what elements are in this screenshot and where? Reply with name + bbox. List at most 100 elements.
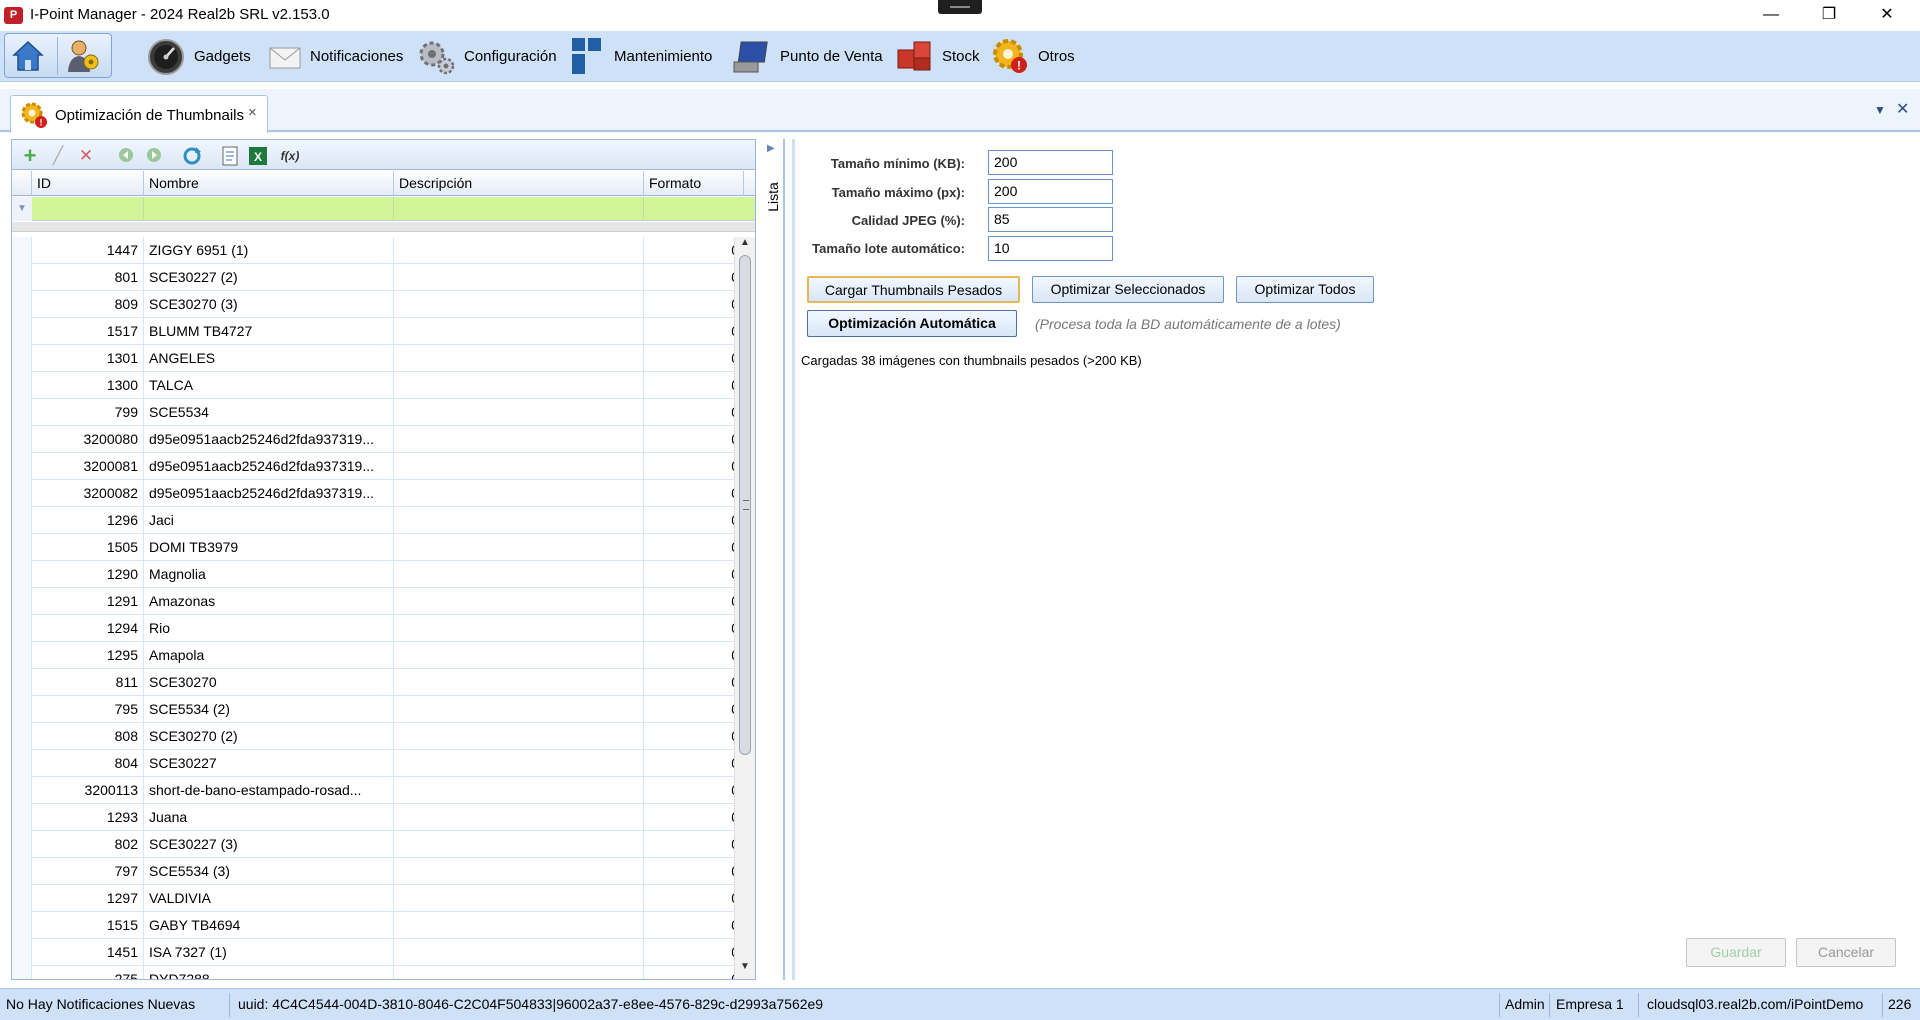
cell-nombre[interactable]: SCE30270 (2)	[144, 723, 394, 750]
cell-formato[interactable]: 0	[644, 237, 734, 264]
cell-id[interactable]: 808	[32, 723, 144, 750]
cell-id[interactable]: 1293	[32, 804, 144, 831]
menu-gadgets[interactable]: Gadgets	[146, 31, 251, 81]
table-row[interactable]: 1295Amapola 0	[12, 642, 734, 669]
cell-descripcion[interactable]	[394, 939, 644, 966]
notifications-status[interactable]: No Hay Notificaciones Nuevas	[6, 996, 195, 1012]
table-row[interactable]: 3200081d95e0951aacb25246d2fda937319... 0	[12, 453, 734, 480]
export-doc-icon[interactable]	[220, 146, 240, 166]
filter-formato-input[interactable]	[644, 197, 744, 221]
next-icon[interactable]	[144, 146, 164, 166]
cell-nombre[interactable]: SCE30227 (2)	[144, 264, 394, 291]
cell-descripcion[interactable]	[394, 237, 644, 264]
cell-descripcion[interactable]	[394, 399, 644, 426]
cell-formato[interactable]: 0	[644, 750, 734, 777]
filter-nombre-input[interactable]	[144, 197, 394, 221]
cell-descripcion[interactable]	[394, 291, 644, 318]
table-row[interactable]: 1293Juana 0	[12, 804, 734, 831]
menu-mantenimiento[interactable]: Mantenimiento	[570, 31, 712, 81]
load-heavy-thumbnails-button[interactable]: Cargar Thumbnails Pesados	[807, 276, 1020, 303]
cell-formato[interactable]: 0	[644, 561, 734, 588]
cell-id[interactable]: 801	[32, 264, 144, 291]
cell-nombre[interactable]: SCE30227 (3)	[144, 831, 394, 858]
table-row[interactable]: 808SCE30270 (2) 0	[12, 723, 734, 750]
cell-nombre[interactable]: SCE30270	[144, 669, 394, 696]
cell-descripcion[interactable]	[394, 561, 644, 588]
table-row[interactable]: 1517BLUMM TB4727 0	[12, 318, 734, 345]
cell-descripcion[interactable]	[394, 642, 644, 669]
table-row[interactable]: 795SCE5534 (2) 0	[12, 696, 734, 723]
cell-descripcion[interactable]	[394, 345, 644, 372]
restore-button[interactable]: ❐	[1800, 0, 1858, 31]
expand-arrow-icon[interactable]: ▶	[767, 143, 775, 154]
cell-id[interactable]: 3200082	[32, 480, 144, 507]
cell-id[interactable]: 811	[32, 669, 144, 696]
scroll-thumb[interactable]	[739, 255, 751, 755]
cell-id[interactable]: 1447	[32, 237, 144, 264]
cell-formato[interactable]: 0	[644, 426, 734, 453]
cell-id[interactable]: 1296	[32, 507, 144, 534]
table-row[interactable]: 1291Amazonas 0	[12, 588, 734, 615]
cell-formato[interactable]: 0	[644, 858, 734, 885]
max-size-input[interactable]: 200	[988, 179, 1113, 204]
cell-formato[interactable]: 0	[644, 669, 734, 696]
table-row[interactable]: 1297VALDIVIA 0	[12, 885, 734, 912]
cell-formato[interactable]: 0	[644, 642, 734, 669]
cell-nombre[interactable]: d95e0951aacb25246d2fda937319...	[144, 480, 394, 507]
cell-formato[interactable]: 0	[644, 588, 734, 615]
delete-icon[interactable]: ✕	[76, 146, 96, 166]
table-row[interactable]: 799SCE5534 0	[12, 399, 734, 426]
cell-descripcion[interactable]	[394, 885, 644, 912]
cell-formato[interactable]: 0	[644, 723, 734, 750]
cell-id[interactable]: 3200080	[32, 426, 144, 453]
cell-nombre[interactable]: TALCA	[144, 372, 394, 399]
cell-nombre[interactable]: Juana	[144, 804, 394, 831]
window-grip-handle[interactable]	[938, 0, 982, 14]
cell-descripcion[interactable]	[394, 453, 644, 480]
table-row[interactable]: 802SCE30227 (3) 0	[12, 831, 734, 858]
cell-descripcion[interactable]	[394, 696, 644, 723]
cell-descripcion[interactable]	[394, 372, 644, 399]
cell-formato[interactable]: 0	[644, 534, 734, 561]
table-row[interactable]: 3200082d95e0951aacb25246d2fda937319... 0	[12, 480, 734, 507]
cell-formato[interactable]: 0	[644, 615, 734, 642]
export-excel-icon[interactable]: X	[248, 146, 268, 166]
cell-formato[interactable]: 0	[644, 912, 734, 939]
menu-stock[interactable]: Stock	[894, 31, 980, 81]
auto-optimization-button[interactable]: Optimización Automática	[807, 310, 1017, 337]
cell-descripcion[interactable]	[394, 831, 644, 858]
cell-id[interactable]: 1290	[32, 561, 144, 588]
table-row[interactable]: 1301ANGELES 0	[12, 345, 734, 372]
menu-configuracion[interactable]: Configuración	[416, 31, 557, 81]
refresh-icon[interactable]	[182, 146, 202, 166]
table-row[interactable]: 811SCE30270 0	[12, 669, 734, 696]
formula-icon[interactable]: f(x)	[276, 146, 304, 166]
cell-nombre[interactable]: VALDIVIA	[144, 885, 394, 912]
cell-descripcion[interactable]	[394, 534, 644, 561]
prev-icon[interactable]	[116, 146, 136, 166]
cell-descripcion[interactable]	[394, 588, 644, 615]
optimize-selected-button[interactable]: Optimizar Seleccionados	[1032, 276, 1224, 303]
cell-formato[interactable]: 0	[644, 696, 734, 723]
cell-formato[interactable]: 0	[644, 804, 734, 831]
cell-nombre[interactable]: Amapola	[144, 642, 394, 669]
cell-nombre[interactable]: short-de-bano-estampado-rosad...	[144, 777, 394, 804]
table-row[interactable]: 3200113short-de-bano-estampado-rosad... 0	[12, 777, 734, 804]
close-all-tabs-icon[interactable]: ✕	[1896, 99, 1909, 119]
cell-id[interactable]: 3200113	[32, 777, 144, 804]
cell-nombre[interactable]: BLUMM TB4727	[144, 318, 394, 345]
cell-id[interactable]: 799	[32, 399, 144, 426]
column-header-formato[interactable]: Formato	[644, 171, 744, 196]
cell-descripcion[interactable]	[394, 480, 644, 507]
menu-otros[interactable]: ! Otros	[990, 31, 1075, 81]
minimize-button[interactable]: —	[1742, 0, 1800, 31]
grid-vertical-scrollbar[interactable]: ▲ ▼	[734, 237, 755, 979]
table-row[interactable]: 801SCE30227 (2) 0	[12, 264, 734, 291]
cell-formato[interactable]: 0	[644, 291, 734, 318]
cell-formato[interactable]: 0	[644, 480, 734, 507]
cell-nombre[interactable]: Amazonas	[144, 588, 394, 615]
filter-id-input[interactable]	[32, 197, 144, 221]
cell-nombre[interactable]: Rio	[144, 615, 394, 642]
cell-id[interactable]: 1301	[32, 345, 144, 372]
cell-formato[interactable]: 0	[644, 372, 734, 399]
